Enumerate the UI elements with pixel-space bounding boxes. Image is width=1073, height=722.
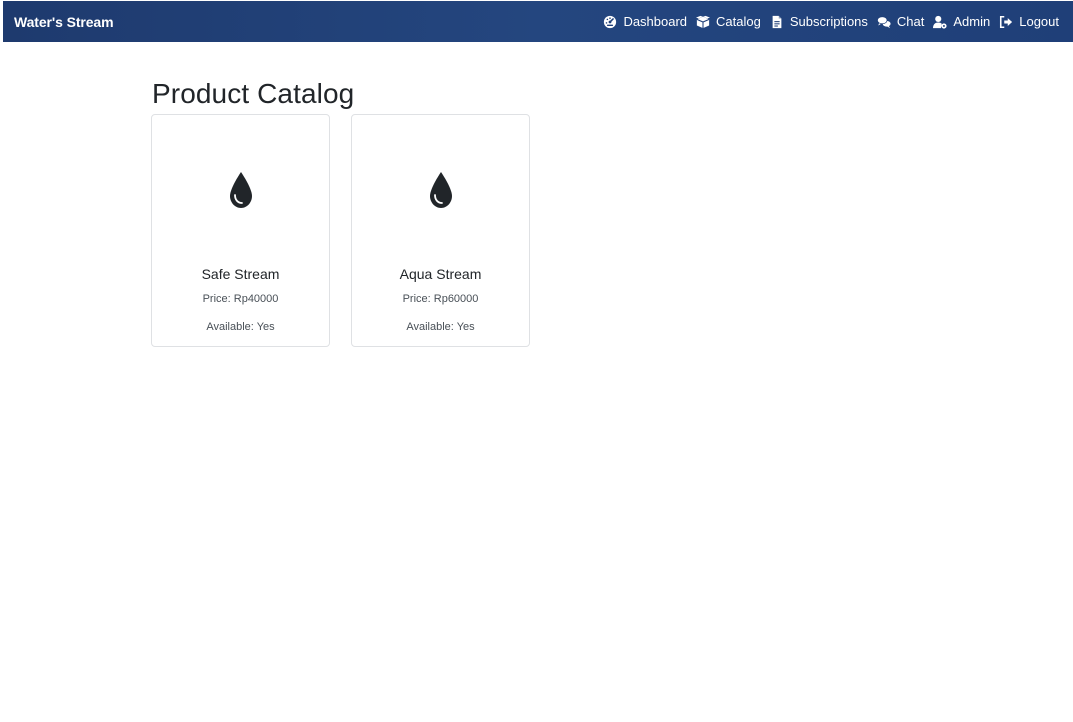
user-gear-icon (933, 15, 947, 29)
product-name: Aqua Stream (399, 266, 482, 282)
dashboard-gauge-icon (603, 15, 617, 29)
nav-link-subscriptions[interactable]: Subscriptions (770, 14, 868, 29)
product-availability: Available: Yes (206, 321, 275, 333)
catalog-box-icon (696, 15, 711, 29)
brand-logo[interactable]: Water's Stream (14, 14, 114, 30)
document-icon (770, 15, 784, 29)
product-name: Safe Stream (201, 266, 280, 282)
nav-link-label: Admin (953, 14, 991, 29)
nav-link-admin[interactable]: Admin (933, 14, 990, 29)
main-content: Product Catalog Safe Stream Price: Rp400… (151, 78, 912, 347)
nav-link-label: Subscriptions (789, 14, 868, 29)
product-availability: Available: Yes (406, 321, 475, 333)
top-navbar: Water's Stream Dashboard Catalog Subscri… (3, 1, 1073, 42)
nav-link-logout[interactable]: Logout (999, 14, 1059, 29)
water-drop-icon (429, 171, 453, 209)
water-drop-icon (229, 171, 253, 209)
nav-link-catalog[interactable]: Catalog (696, 14, 761, 29)
nav-link-label: Catalog (716, 14, 761, 29)
product-price: Price: Rp60000 (402, 293, 479, 305)
nav-link-dashboard[interactable]: Dashboard (603, 14, 687, 29)
nav-link-label: Chat (896, 14, 925, 29)
nav-links: Dashboard Catalog Subscriptions Chat Adm… (603, 14, 1059, 29)
logout-icon (999, 15, 1013, 29)
nav-link-label: Logout (1019, 14, 1059, 29)
chat-bubbles-icon (876, 15, 891, 29)
nav-link-label: Dashboard (623, 14, 688, 29)
nav-link-chat[interactable]: Chat (876, 14, 925, 29)
page-title: Product Catalog (152, 78, 355, 109)
product-price: Price: Rp40000 (202, 293, 279, 305)
product-grid: Safe Stream Price: Rp40000 Available: Ye… (151, 114, 551, 347)
product-card[interactable]: Aqua Stream Price: Rp60000 Available: Ye… (351, 114, 530, 347)
product-card[interactable]: Safe Stream Price: Rp40000 Available: Ye… (151, 114, 330, 347)
